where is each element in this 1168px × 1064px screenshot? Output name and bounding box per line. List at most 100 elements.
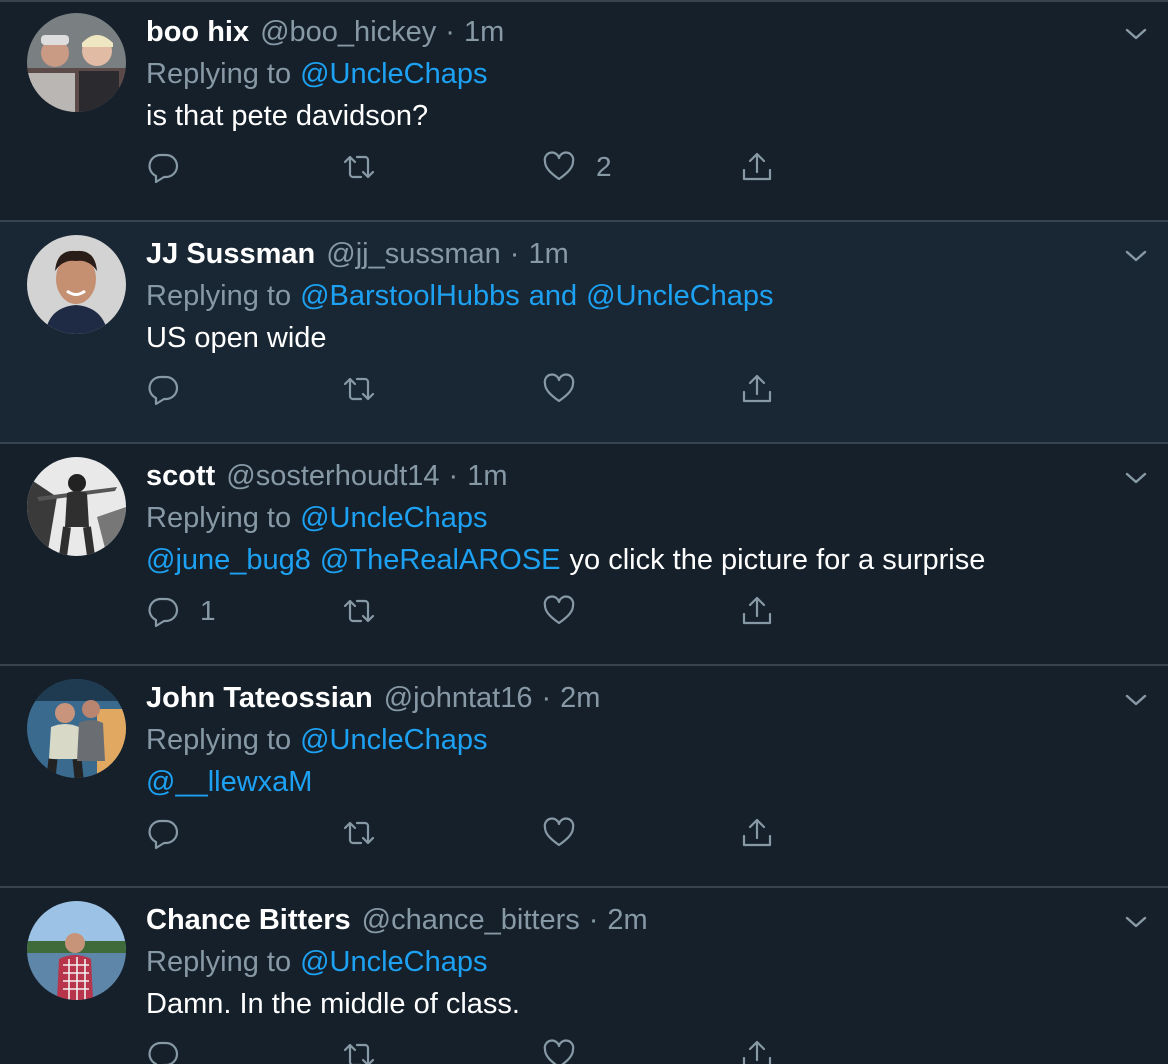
reply-button[interactable] — [146, 366, 180, 412]
reply-button[interactable] — [146, 810, 180, 856]
mention-link[interactable]: @BarstoolHubbs — [300, 280, 520, 313]
separator-dot: · — [448, 459, 459, 492]
mention-link[interactable]: @UncleChaps — [300, 946, 487, 979]
tweet-body: Damn. In the middle of class. — [146, 987, 520, 1020]
separator-dot: · — [509, 237, 520, 270]
timestamp[interactable]: 2m — [607, 904, 647, 937]
tweet-body: is that pete davidson? — [146, 99, 429, 132]
display-name[interactable]: Chance Bitters — [146, 904, 351, 937]
share-button[interactable] — [740, 1032, 774, 1064]
timestamp[interactable]: 2m — [560, 682, 600, 715]
tweet-item[interactable]: scott @sosterhoudt14 · 1m Replying to @U… — [0, 444, 1168, 666]
retweet-icon — [343, 1043, 375, 1064]
timestamp[interactable]: 1m — [467, 460, 507, 493]
like-icon — [543, 151, 575, 181]
retweet-button[interactable] — [342, 144, 376, 190]
user-handle[interactable]: @boo_hickey — [260, 16, 436, 49]
retweet-icon — [343, 155, 375, 179]
tweet-item[interactable]: Chance Bitters @chance_bitters · 2m Repl… — [0, 888, 1168, 1064]
replying-to: Replying to @UncleChaps — [146, 54, 488, 94]
avatar[interactable] — [27, 457, 126, 556]
user-handle[interactable]: @sosterhoudt14 — [226, 460, 439, 493]
display-name[interactable]: scott — [146, 460, 215, 493]
user-handle[interactable]: @johntat16 — [384, 682, 533, 715]
user-handle[interactable]: @chance_bitters — [362, 904, 580, 937]
mention-link[interactable]: @UncleChaps — [586, 280, 773, 313]
mention-link[interactable]: @__llewxaM — [146, 766, 312, 799]
tweet-text: @__llewxaM — [146, 762, 321, 802]
replying-to: Replying to @UncleChaps — [146, 942, 488, 982]
tweet-body: US open wide — [146, 321, 327, 354]
avatar[interactable] — [27, 13, 126, 112]
reply-button[interactable] — [146, 144, 180, 190]
display-name[interactable]: JJ Sussman — [146, 238, 315, 271]
replying-to: Replying to @UncleChaps — [146, 498, 488, 538]
tweet-header: boo hix @boo_hickey · 1m — [146, 12, 504, 52]
replying-to-label: Replying to — [146, 501, 292, 534]
replying-to-label: Replying to — [146, 57, 292, 90]
avatar[interactable] — [27, 235, 126, 334]
replying-to-label: Replying to — [146, 279, 292, 312]
display-name[interactable]: boo hix — [146, 16, 249, 49]
reply-icon — [148, 153, 179, 184]
timestamp[interactable]: 1m — [464, 16, 504, 49]
reply-button[interactable] — [146, 1032, 180, 1064]
tweet-item[interactable]: John Tateossian @johntat16 · 2m Replying… — [0, 666, 1168, 888]
replying-to: Replying to @BarstoolHubbs and @UncleCha… — [146, 276, 774, 316]
retweet-icon — [343, 821, 375, 845]
like-icon — [543, 373, 575, 403]
share-button[interactable] — [740, 144, 774, 190]
share-button[interactable] — [740, 366, 774, 412]
chevron-down-icon[interactable] — [1124, 244, 1148, 268]
share-icon — [742, 374, 772, 403]
like-count: 2 — [596, 151, 612, 182]
retweet-button[interactable] — [342, 366, 376, 412]
avatar[interactable] — [27, 901, 126, 1000]
reply-button[interactable]: 1 — [146, 588, 216, 634]
display-name[interactable]: John Tateossian — [146, 682, 373, 715]
retweet-button[interactable] — [342, 1032, 376, 1064]
tweet-item[interactable]: JJ Sussman @jj_sussman · 1m Replying to … — [0, 222, 1168, 444]
chevron-down-icon[interactable] — [1124, 22, 1148, 46]
mention-link[interactable]: @TheRealAROSE — [320, 544, 561, 577]
like-button[interactable] — [542, 588, 576, 634]
tweet-header: John Tateossian @johntat16 · 2m — [146, 678, 600, 718]
tweet-text: Damn. In the middle of class. — [146, 984, 520, 1024]
chevron-down-icon[interactable] — [1124, 910, 1148, 934]
share-icon — [742, 1040, 772, 1064]
like-icon — [543, 817, 575, 847]
replying-to-label: Replying to — [146, 945, 292, 978]
replying-to: Replying to @UncleChaps — [146, 720, 488, 760]
mention-link[interactable]: @UncleChaps — [300, 502, 487, 535]
tweet-actions: 2 — [146, 144, 846, 190]
avatar[interactable] — [27, 679, 126, 778]
retweet-button[interactable] — [342, 588, 376, 634]
separator-dot: · — [588, 903, 599, 936]
timestamp[interactable]: 1m — [528, 238, 568, 271]
retweet-button[interactable] — [342, 810, 376, 856]
tweet-header: scott @sosterhoudt14 · 1m — [146, 456, 508, 496]
like-button[interactable]: 2 — [542, 144, 612, 190]
share-button[interactable] — [740, 588, 774, 634]
tweet-text: @june_bug8 @TheRealAROSE yo click the pi… — [146, 540, 985, 580]
and-connector: and — [528, 279, 578, 312]
tweet-item[interactable]: boo hix @boo_hickey · 1m Replying to @Un… — [0, 0, 1168, 222]
tweet-actions — [146, 1032, 846, 1064]
separator-dot: · — [541, 681, 552, 714]
replying-to-label: Replying to — [146, 723, 292, 756]
chevron-down-icon[interactable] — [1124, 466, 1148, 490]
tweet-actions — [146, 810, 846, 856]
tweet-text: is that pete davidson? — [146, 96, 428, 136]
share-icon — [742, 596, 772, 625]
like-button[interactable] — [542, 366, 576, 412]
mention-link[interactable]: @UncleChaps — [300, 724, 487, 757]
like-button[interactable] — [542, 810, 576, 856]
mention-link[interactable]: @UncleChaps — [300, 58, 487, 91]
like-button[interactable] — [542, 1032, 576, 1064]
reply-count: 1 — [200, 595, 216, 626]
share-button[interactable] — [740, 810, 774, 856]
tweet-actions: 1 — [146, 588, 846, 634]
mention-link[interactable]: @june_bug8 — [146, 544, 311, 577]
user-handle[interactable]: @jj_sussman — [326, 238, 501, 271]
chevron-down-icon[interactable] — [1124, 688, 1148, 712]
